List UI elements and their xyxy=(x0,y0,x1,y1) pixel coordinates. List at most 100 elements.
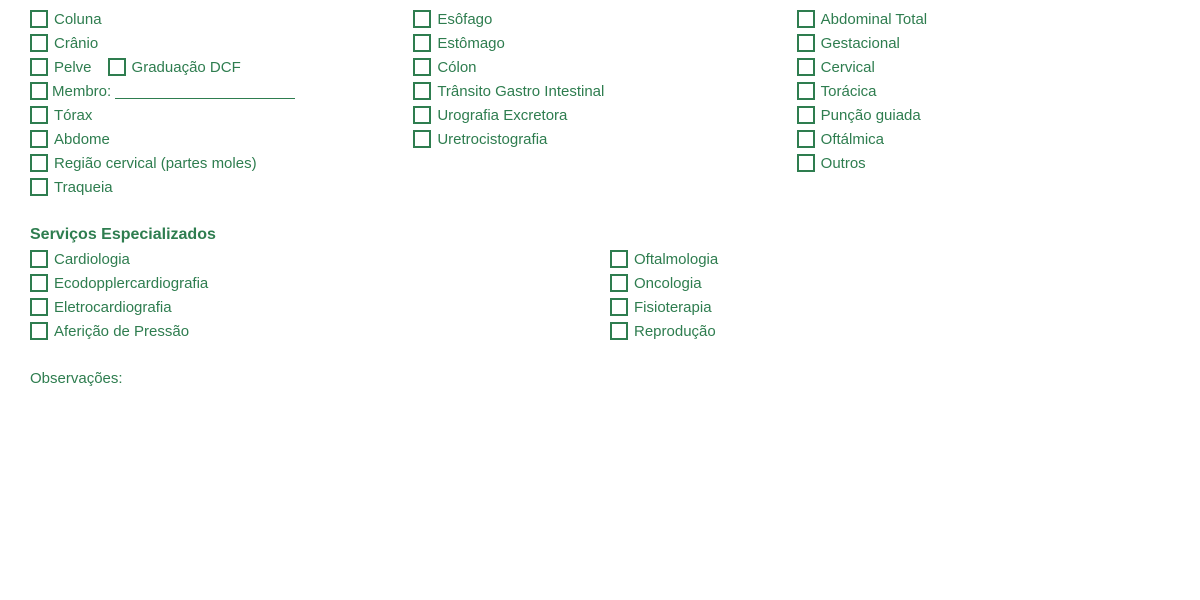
list-item: Abdominal Total xyxy=(797,10,1170,28)
label-estomago: Estômago xyxy=(437,35,505,52)
label-afericao: Aferição de Pressão xyxy=(54,323,189,340)
label-abdome: Abdome xyxy=(54,131,110,148)
checkbox-eletrocardiografia[interactable] xyxy=(30,298,48,316)
label-abdominal-total: Abdominal Total xyxy=(821,11,927,28)
label-oftalmica: Oftálmica xyxy=(821,131,884,148)
label-uretrocistografia: Uretrocistografia xyxy=(437,131,547,148)
list-item: Aferição de Pressão xyxy=(30,322,590,340)
checkbox-toracica[interactable] xyxy=(797,82,815,100)
checkbox-cranio[interactable] xyxy=(30,34,48,52)
label-eletrocardiografia: Eletrocardiografia xyxy=(54,299,172,316)
label-esofago: Esôfago xyxy=(437,11,492,28)
list-item: Oftalmologia xyxy=(610,250,1170,268)
list-item: Região cervical (partes moles) xyxy=(30,154,403,172)
label-dcf: Graduação DCF xyxy=(132,59,241,76)
list-item: Tórax xyxy=(30,106,403,124)
list-item: Cardiologia xyxy=(30,250,590,268)
label-transito: Trânsito Gastro Intestinal xyxy=(437,83,604,100)
checkbox-fisioterapia[interactable] xyxy=(610,298,628,316)
list-item: Traqueia xyxy=(30,178,403,196)
checkbox-outros[interactable] xyxy=(797,154,815,172)
checkbox-membro[interactable] xyxy=(30,82,48,100)
label-outros: Outros xyxy=(821,155,866,172)
checkbox-estomago[interactable] xyxy=(413,34,431,52)
label-gestacional: Gestacional xyxy=(821,35,900,52)
label-puncao-guiada: Punção guiada xyxy=(821,107,921,124)
list-item: Gestacional xyxy=(797,34,1170,52)
label-coluna: Coluna xyxy=(54,11,102,28)
checkbox-oncologia[interactable] xyxy=(610,274,628,292)
label-cranio: Crânio xyxy=(54,35,98,52)
services-grid: Cardiologia Oftalmologia Ecodopplercardi… xyxy=(30,250,1170,340)
list-item: Oncologia xyxy=(610,274,1170,292)
checkbox-abdominal-total[interactable] xyxy=(797,10,815,28)
checkbox-uretrocistografia[interactable] xyxy=(413,130,431,148)
checkbox-colon[interactable] xyxy=(413,58,431,76)
label-torax: Tórax xyxy=(54,107,92,124)
label-traqueia: Traqueia xyxy=(54,179,113,196)
label-ecodoppler: Ecodopplercardiografia xyxy=(54,275,208,292)
dcf-group: Graduação DCF xyxy=(108,58,241,76)
checkbox-afericao[interactable] xyxy=(30,322,48,340)
list-item: Eletrocardiografia xyxy=(30,298,590,316)
checkbox-coluna[interactable] xyxy=(30,10,48,28)
list-item: Fisioterapia xyxy=(610,298,1170,316)
membro-underline xyxy=(115,83,295,99)
list-item: Abdome xyxy=(30,130,403,148)
list-item: Estômago xyxy=(413,34,786,52)
checkbox-cervical[interactable] xyxy=(797,58,815,76)
list-item: Uretrocistografia xyxy=(413,130,786,148)
column-2: Esôfago Estômago Cólon Trânsito Gastro I… xyxy=(413,10,786,196)
observacoes-label: Observações: xyxy=(30,370,123,387)
checkbox-oftalmologia[interactable] xyxy=(610,250,628,268)
label-reproducao: Reprodução xyxy=(634,323,716,340)
column-1: Coluna Crânio Pelve Graduação DCF Membro… xyxy=(30,10,403,196)
list-item: Reprodução xyxy=(610,322,1170,340)
list-item: Esôfago xyxy=(413,10,786,28)
list-item: Torácica xyxy=(797,82,1170,100)
label-cervical: Cervical xyxy=(821,59,875,76)
list-item: Cervical xyxy=(797,58,1170,76)
pelve-row: Pelve Graduação DCF xyxy=(30,58,403,76)
list-item: Trânsito Gastro Intestinal xyxy=(413,82,786,100)
label-oftalmologia: Oftalmologia xyxy=(634,251,718,268)
checkbox-gestacional[interactable] xyxy=(797,34,815,52)
checkbox-esofago[interactable] xyxy=(413,10,431,28)
services-title: Serviços Especializados xyxy=(30,226,1170,244)
checkbox-torax[interactable] xyxy=(30,106,48,124)
observacoes-section: Observações: xyxy=(30,370,1170,387)
label-urografia: Urografia Excretora xyxy=(437,107,567,124)
list-item: Ecodopplercardiografia xyxy=(30,274,590,292)
checkbox-abdome[interactable] xyxy=(30,130,48,148)
label-toracica: Torácica xyxy=(821,83,877,100)
label-fisioterapia: Fisioterapia xyxy=(634,299,712,316)
checkbox-reproducao[interactable] xyxy=(610,322,628,340)
checkbox-cardiologia[interactable] xyxy=(30,250,48,268)
checkbox-ecodoppler[interactable] xyxy=(30,274,48,292)
column-3: Abdominal Total Gestacional Cervical Tor… xyxy=(797,10,1170,196)
list-item: Urografia Excretora xyxy=(413,106,786,124)
label-regiao-cervical: Região cervical (partes moles) xyxy=(54,155,257,172)
checkbox-oftalmica[interactable] xyxy=(797,130,815,148)
checkbox-transito[interactable] xyxy=(413,82,431,100)
label-pelve: Pelve xyxy=(54,59,92,76)
services-section: Serviços Especializados Cardiologia Ofta… xyxy=(30,226,1170,340)
label-membro: Membro: xyxy=(52,83,111,100)
list-item: Coluna xyxy=(30,10,403,28)
main-grid: Coluna Crânio Pelve Graduação DCF Membro… xyxy=(30,10,1170,196)
checkbox-pelve[interactable] xyxy=(30,58,48,76)
list-item: Outros xyxy=(797,154,1170,172)
checkbox-puncao-guiada[interactable] xyxy=(797,106,815,124)
list-item: Punção guiada xyxy=(797,106,1170,124)
list-item: Crânio xyxy=(30,34,403,52)
label-oncologia: Oncologia xyxy=(634,275,702,292)
checkbox-urografia[interactable] xyxy=(413,106,431,124)
checkbox-regiao-cervical[interactable] xyxy=(30,154,48,172)
list-item: Oftálmica xyxy=(797,130,1170,148)
checkbox-traqueia[interactable] xyxy=(30,178,48,196)
label-cardiologia: Cardiologia xyxy=(54,251,130,268)
label-colon: Cólon xyxy=(437,59,476,76)
checkbox-dcf[interactable] xyxy=(108,58,126,76)
list-item-membro: Membro: xyxy=(30,82,403,100)
list-item: Cólon xyxy=(413,58,786,76)
